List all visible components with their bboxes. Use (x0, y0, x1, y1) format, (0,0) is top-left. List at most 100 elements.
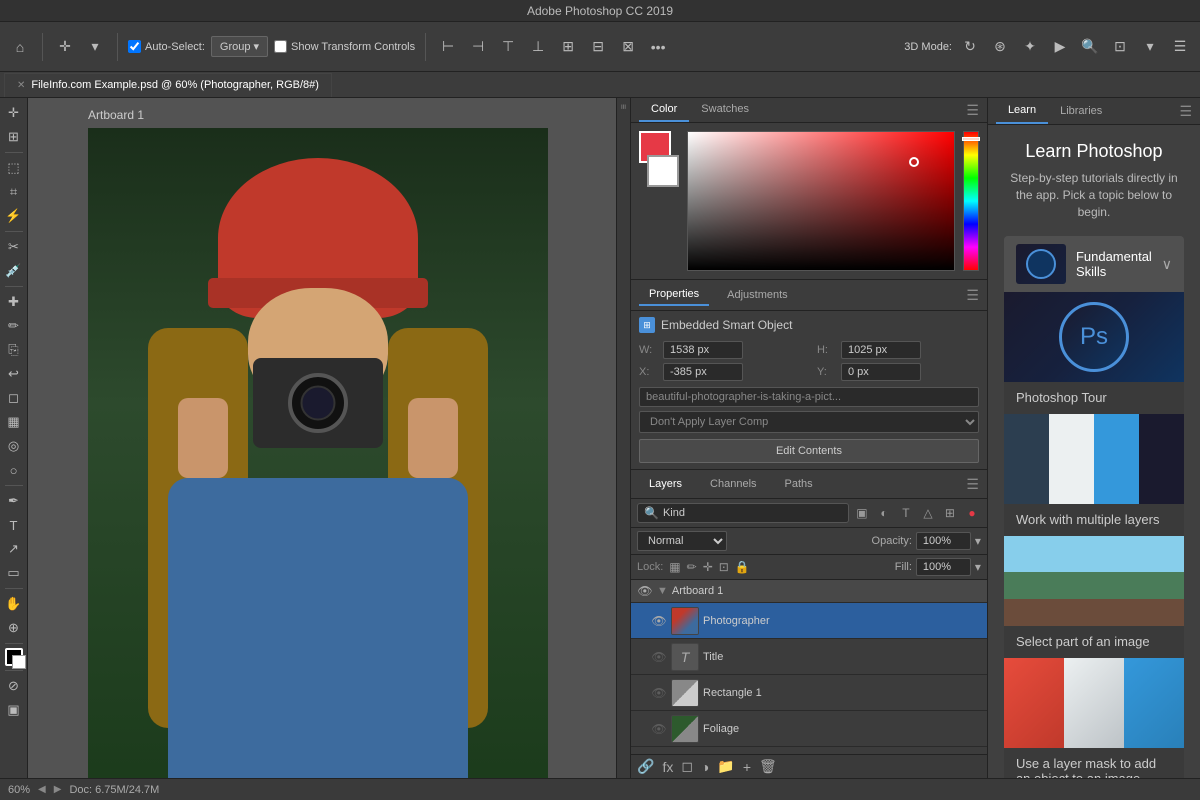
artboard-row[interactable]: 👁 ▼ Artboard 1 (631, 580, 987, 603)
layer-photographer[interactable]: 👁 Photographer (631, 603, 987, 639)
fg-color-box[interactable] (5, 648, 23, 666)
tab-swatches[interactable]: Swatches (689, 98, 761, 122)
align-top-icon[interactable]: ⊥ (526, 35, 550, 59)
3d-camera-icon[interactable]: ▶ (1048, 35, 1072, 59)
lock-checker[interactable]: ▦ (669, 560, 680, 574)
artboard-arrow[interactable]: ▼ (657, 585, 668, 597)
foliage-vis[interactable]: 👁 (651, 721, 667, 737)
blend-mode-select[interactable]: Normal (637, 531, 727, 551)
edit-contents-btn[interactable]: Edit Contents (639, 439, 979, 463)
rect-vis[interactable]: 👁 (651, 685, 667, 701)
learn-menu-btn[interactable]: ☰ (1179, 103, 1192, 120)
type-tool[interactable]: T (3, 514, 25, 536)
photographer-vis[interactable]: 👁 (651, 613, 667, 629)
zoom-tool[interactable]: ⊕ (3, 617, 25, 639)
tab-learn[interactable]: Learn (996, 98, 1048, 124)
properties-menu[interactable]: ☰ (966, 287, 979, 304)
tab-layers[interactable]: Layers (639, 474, 692, 494)
marquee-tool[interactable]: ⬚ (3, 157, 25, 179)
category-chevron[interactable]: ∨ (1162, 256, 1172, 273)
link-layers-btn[interactable]: 🔗 (637, 758, 654, 775)
align-bottom-icon[interactable]: ⊟ (586, 35, 610, 59)
opacity-input[interactable] (916, 532, 971, 550)
lock-all[interactable]: 🔒 (735, 560, 750, 574)
bg-color[interactable] (647, 155, 679, 187)
filter-toggle[interactable]: ● (963, 504, 981, 522)
layer-foliage[interactable]: 👁 Foliage (631, 711, 987, 747)
add-adjustment-btn[interactable]: ◑ (701, 759, 709, 775)
brush-tool[interactable]: ✏ (3, 315, 25, 337)
x-input[interactable] (663, 363, 743, 381)
hue-slider[interactable] (963, 131, 979, 271)
y-input[interactable] (841, 363, 921, 381)
filter-shape-icon[interactable]: △ (919, 504, 937, 522)
path-tool[interactable]: ↗ (3, 538, 25, 560)
heal-tool[interactable]: ✚ (3, 291, 25, 313)
tab-adjustments[interactable]: Adjustments (717, 285, 798, 305)
opacity-dropdown[interactable]: ▾ (975, 534, 981, 548)
hand-tool[interactable]: ✋ (3, 593, 25, 615)
screen-mode-tool[interactable]: ▣ (3, 699, 25, 721)
tab-paths[interactable]: Paths (775, 474, 823, 494)
move-dropdown[interactable]: ▾ (83, 35, 107, 59)
tutorial-layers[interactable]: Work with multiple layers (1004, 414, 1184, 536)
auto-select-checkbox[interactable] (128, 40, 141, 53)
eyedropper-tool[interactable]: 💉 (3, 260, 25, 282)
document-tab[interactable]: ✕ FileInfo.com Example.psd @ 60% (Photog… (4, 73, 332, 97)
group-dropdown[interactable]: Group ▾ (211, 36, 268, 57)
3d-pan-icon[interactable]: ✦ (1018, 35, 1042, 59)
tab-close[interactable]: ✕ (17, 80, 25, 91)
filter-adj-icon[interactable]: ◐ (875, 504, 893, 522)
move-icon[interactable]: ✛ (53, 35, 77, 59)
history-tool[interactable]: ↩ (3, 363, 25, 385)
tutorial-select[interactable]: Select part of an image (1004, 536, 1184, 658)
layer-title[interactable]: 👁 T Title (631, 639, 987, 675)
move-tool[interactable]: ✛ (3, 102, 25, 124)
tab-channels[interactable]: Channels (700, 474, 766, 494)
new-group-btn[interactable]: 📁 (717, 758, 734, 775)
add-mask-btn[interactable]: ◻ (681, 758, 693, 775)
tab-libraries[interactable]: Libraries (1048, 99, 1114, 123)
eraser-tool[interactable]: ◻ (3, 387, 25, 409)
clone-tool[interactable]: ⎘ (3, 339, 25, 361)
color-picker-area[interactable] (687, 131, 955, 271)
title-vis[interactable]: 👁 (651, 649, 667, 665)
layer-comp-select[interactable]: Don't Apply Layer Comp (639, 411, 979, 433)
search-icon[interactable]: 🔍 (1078, 35, 1102, 59)
quick-select-tool[interactable]: ⚡ (3, 205, 25, 227)
lasso-tool[interactable]: ⌗ (3, 181, 25, 203)
status-arrow-right[interactable]: ▶ (54, 784, 62, 795)
blur-tool[interactable]: ◎ (3, 435, 25, 457)
status-arrow-left[interactable]: ◀ (38, 784, 46, 795)
filter-text-icon[interactable]: T (897, 504, 915, 522)
3d-orbit-icon[interactable]: ⊛ (988, 35, 1012, 59)
layer-rectangle[interactable]: 👁 Rectangle 1 (631, 675, 987, 711)
expand-icon[interactable]: ▾ (1138, 35, 1162, 59)
tutorial-ps-tour[interactable]: Ps Photoshop Tour (1004, 292, 1184, 414)
new-layer-btn[interactable]: + (743, 759, 751, 775)
pen-tool[interactable]: ✒ (3, 490, 25, 512)
tab-color[interactable]: Color (639, 98, 689, 122)
gradient-tool[interactable]: ▦ (3, 411, 25, 433)
align-right-icon[interactable]: ⊤ (496, 35, 520, 59)
quick-mask-tool[interactable]: ⊘ (3, 675, 25, 697)
w-input[interactable] (663, 341, 743, 359)
side-expand[interactable]: ≡ (616, 98, 630, 778)
lock-brush[interactable]: ✏ (687, 560, 697, 574)
delete-layer-btn[interactable]: 🗑 (759, 758, 777, 775)
color-panel-menu[interactable]: ☰ (966, 102, 979, 119)
options-icon[interactable]: ☰ (1168, 35, 1192, 59)
home-icon[interactable]: ⌂ (8, 35, 32, 59)
lock-move[interactable]: ✛ (703, 560, 713, 574)
align-left-icon[interactable]: ⊢ (436, 35, 460, 59)
align-center-icon[interactable]: ⊣ (466, 35, 490, 59)
h-input[interactable] (841, 341, 921, 359)
filter-smart-icon[interactable]: ⊞ (941, 504, 959, 522)
crop-tool[interactable]: ✂ (3, 236, 25, 258)
3d-rotate-icon[interactable]: ↻ (958, 35, 982, 59)
transform-checkbox[interactable] (274, 40, 287, 53)
lock-artboard[interactable]: ⊡ (719, 560, 729, 574)
artboard-tool[interactable]: ⊞ (3, 126, 25, 148)
layers-menu[interactable]: ☰ (966, 476, 979, 493)
window-icon[interactable]: ⊡ (1108, 35, 1132, 59)
